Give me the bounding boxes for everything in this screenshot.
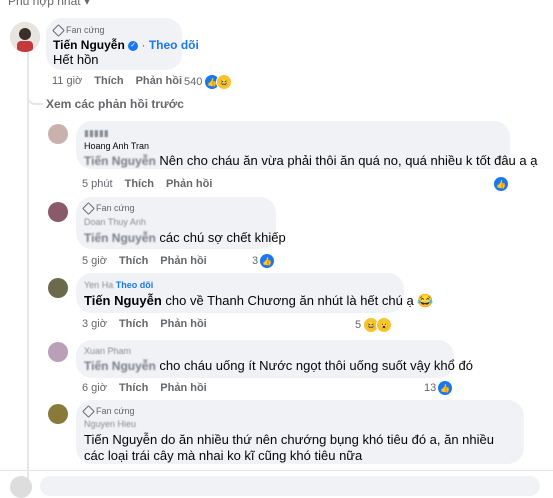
reaction-summary[interactable]: 13 👍: [424, 381, 453, 395]
like-icon: 👍: [438, 381, 453, 395]
reaction-count: 3: [252, 255, 259, 267]
view-previous-replies[interactable]: Xem các phản hồi trước: [46, 97, 184, 111]
like-button[interactable]: Thích: [119, 255, 148, 267]
avatar[interactable]: [48, 124, 68, 144]
comment-actions: 3 giờ Thích Phản hồi: [82, 318, 207, 330]
diamond-icon: [82, 404, 95, 418]
fan-badge: Fan cứng: [82, 404, 135, 418]
timestamp[interactable]: 11 giờ: [52, 75, 82, 87]
badge-label: Fan cứng: [66, 25, 105, 35]
diamond-icon: [82, 201, 95, 215]
follow-button[interactable]: Theo dõi: [149, 38, 199, 52]
mention-tag[interactable]: Tiến Nguyễn: [84, 231, 156, 245]
thread-connector: [27, 95, 43, 105]
reaction-count: 13: [424, 382, 437, 394]
mention-tag[interactable]: Tiến Nguyễn: [84, 432, 157, 447]
reaction-count: 540: [184, 76, 203, 88]
timestamp[interactable]: 5 phút: [82, 178, 113, 190]
avatar-image: [10, 22, 40, 52]
avatar[interactable]: [10, 476, 32, 498]
reaction-summary[interactable]: 👍: [494, 177, 508, 191]
mention-tag[interactable]: Tiến Nguyễn: [84, 154, 156, 168]
comment-text: cho cháu uống ít Nước ngọt thôi uống suố…: [159, 358, 473, 373]
comment-text: các chú sợ chết khiếp: [159, 230, 286, 245]
like-icon: 👍: [494, 177, 508, 191]
comment-actions: 6 giờ Thích Phản hồi: [82, 382, 207, 394]
reply-button[interactable]: Phản hồi: [136, 75, 182, 87]
reaction-count: 5: [355, 319, 362, 331]
diamond-icon: [52, 23, 65, 37]
comment-bubble: Xuan Pham Tiến Nguyễn cho cháu uống ít N…: [76, 340, 473, 378]
badge-label: Fan cứng: [96, 203, 135, 213]
comment-bubble: Yen Ha Theo dõi Tiến Nguyễn cho về Thanh…: [76, 273, 433, 313]
comment-actions: 5 giờ Thích Phản hồi: [82, 255, 207, 267]
reaction-summary[interactable]: 3 👍: [252, 254, 275, 268]
comment-text: cho về Thanh Chương ăn nhút là hết chú ạ…: [165, 293, 434, 308]
like-icon: 👍: [260, 254, 275, 268]
reply-button[interactable]: Phản hồi: [166, 178, 212, 190]
mention-tag[interactable]: Tiến Nguyễn: [84, 293, 162, 308]
fan-badge: Fan cứng: [52, 23, 105, 37]
thread-line: [27, 48, 29, 488]
comment-bubble: ▮▮▮▮▮ Hoang Anh Tran Tiến Nguyễn Nên cho…: [76, 121, 537, 169]
comment-bubble: Fan cứng Nguyen Hieu Tiến Nguyễn do ăn n…: [76, 400, 524, 464]
author-name[interactable]: Yen Ha: [84, 280, 113, 290]
fan-badge: Fan cứng: [82, 201, 135, 215]
comment-actions: 11 giờ Thích Phản hồi: [52, 75, 182, 87]
comment-actions: 5 phút Thích Phản hồi: [82, 178, 212, 190]
author-name[interactable]: Nguyen Hieu: [84, 419, 136, 429]
reaction-summary[interactable]: 540 👍 😆: [184, 74, 233, 90]
timestamp[interactable]: 6 giờ: [82, 382, 107, 394]
reply-button[interactable]: Phản hồi: [160, 255, 206, 267]
like-button[interactable]: Thích: [119, 318, 148, 330]
divider: [0, 470, 553, 471]
reply-button[interactable]: Phản hồi: [160, 318, 206, 330]
author-name[interactable]: Xuan Pham: [84, 346, 131, 356]
badge-label: Fan cứng: [96, 406, 135, 416]
reply-button[interactable]: Phản hồi: [160, 382, 206, 394]
wow-icon: 😮: [376, 317, 393, 333]
sort-dropdown[interactable]: Phù hợp nhất ▾: [8, 0, 90, 8]
comment-bubble: Fan cứng Tiến Nguyễn ✓ · Theo dõi Hết hồ…: [46, 18, 199, 70]
author-name[interactable]: Hoang Anh Tran: [84, 141, 149, 151]
timestamp[interactable]: 5 giờ: [82, 255, 107, 267]
timestamp[interactable]: 3 giờ: [82, 318, 107, 330]
mention-tag[interactable]: Tiến Nguyễn: [84, 359, 156, 373]
avatar[interactable]: [48, 202, 68, 222]
avatar[interactable]: [48, 404, 68, 424]
like-button[interactable]: Thích: [119, 382, 148, 394]
follow-button[interactable]: Theo dõi: [116, 280, 154, 290]
comment-text: Hết hồn: [53, 52, 99, 67]
comment-bubble: Fan cứng Doan Thuy Anh Tiến Nguyễn các c…: [76, 197, 286, 249]
reaction-summary[interactable]: 5 😆 😮: [355, 317, 393, 333]
like-button[interactable]: Thích: [94, 75, 123, 87]
comment-input[interactable]: [40, 476, 540, 496]
avatar[interactable]: [48, 342, 68, 362]
avatar[interactable]: [10, 22, 40, 52]
chevron-down-icon: ▾: [83, 0, 90, 8]
haha-icon: 😆: [216, 74, 233, 90]
avatar[interactable]: [48, 278, 68, 298]
author-name[interactable]: Tiến Nguyễn: [53, 38, 125, 52]
sort-label: Phù hợp nhất: [8, 0, 81, 8]
like-button[interactable]: Thích: [125, 178, 154, 190]
verified-icon: ✓: [128, 40, 139, 51]
author-name[interactable]: Doan Thuy Anh: [84, 217, 146, 227]
comment-text: Nên cho cháu ăn vừa phải thôi ăn quá no,…: [159, 153, 538, 168]
